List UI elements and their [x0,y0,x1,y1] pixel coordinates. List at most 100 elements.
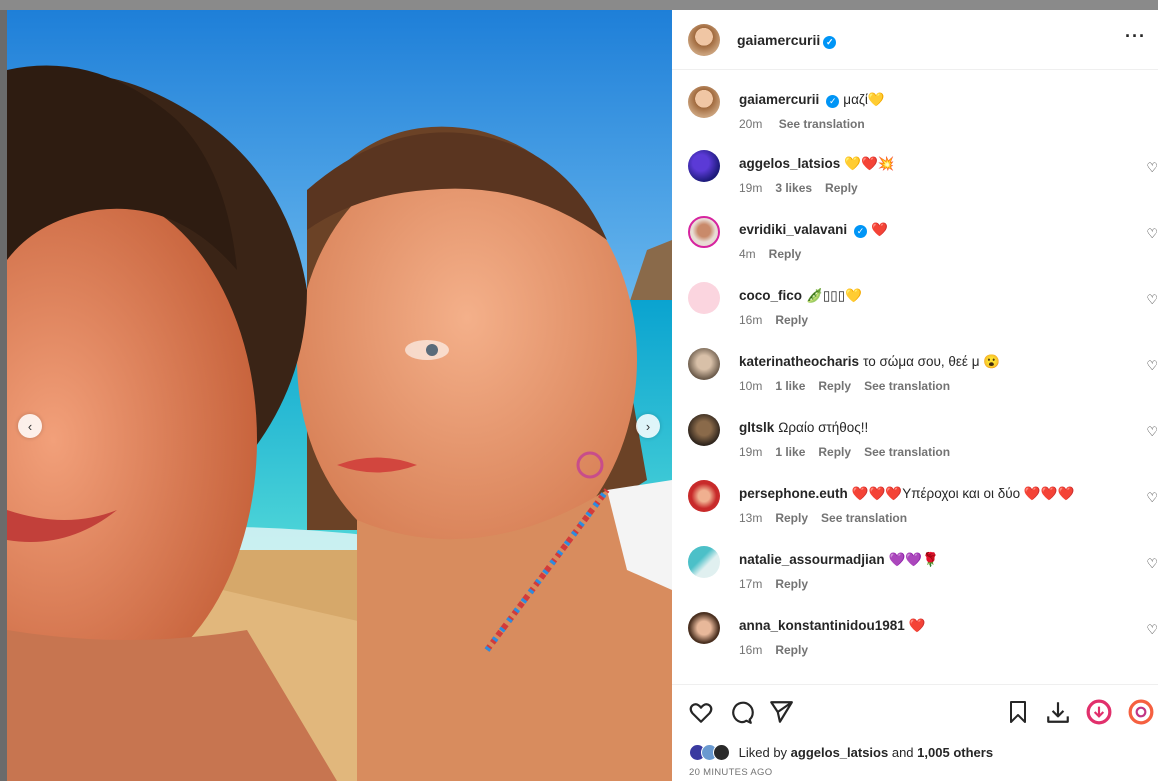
comment-item: katerinatheocharis το σώμα σου, θεέ μ 😮 1… [672,348,1158,408]
comment-like-heart-icon[interactable]: ♡ [1146,424,1158,440]
comment-like-heart-icon[interactable]: ♡ [1146,622,1158,638]
comment-likes[interactable]: 1 like [775,379,805,393]
send-icon[interactable] [768,699,794,731]
liked-by-username[interactable]: aggelos_latsios [791,745,889,760]
previous-photo-button[interactable]: ‹ [18,414,42,438]
post-timestamp: 20 MINUTES AGO [689,767,773,778]
comment-text: 💛❤️💥 [844,156,895,171]
comment-like-heart-icon[interactable]: ♡ [1146,292,1158,308]
post-photo[interactable]: ‹ › [7,10,672,781]
comment-item: evridiki_valavani ✓ ❤️ 4m Reply ♡ [672,216,1158,276]
bookmark-icon[interactable] [1006,699,1030,731]
comment-time: 13m [739,511,763,525]
comment-item: anna_konstantinidou1981 ❤️ 16m Reply ♡ [672,612,1158,672]
comment-meta: 10m 1 like Reply See translation [739,379,963,393]
comment-line: katerinatheocharis το σώμα σου, θεέ μ 😮 [739,354,1000,370]
comment-meta: 4m Reply [739,247,814,261]
see-translation-link[interactable]: See translation [821,511,907,525]
heart-icon[interactable] [688,699,714,731]
comment-time: 17m [739,577,763,591]
liker-avatar [713,744,730,761]
see-translation-link[interactable]: See translation [779,117,865,131]
caption-username[interactable]: gaiamercurii [739,92,819,107]
commenter-avatar[interactable] [688,480,720,512]
verified-badge-icon: ✓ [854,225,868,238]
liked-by-count[interactable]: 1,005 others [917,745,993,760]
more-options-icon[interactable]: ··· [1125,26,1146,47]
post-image [7,10,672,781]
comment-username[interactable]: katerinatheocharis [739,354,859,369]
author-username-text[interactable]: gaiamercurii [737,32,820,48]
reply-button[interactable]: Reply [818,379,851,393]
commenter-avatar[interactable] [688,546,720,578]
window-top-edge [0,0,1158,10]
comment-icon[interactable] [728,699,754,731]
reply-button[interactable]: Reply [818,445,851,459]
reply-button[interactable]: Reply [769,247,802,261]
comment-like-heart-icon[interactable]: ♡ [1146,160,1158,176]
comment-username[interactable]: persephone.euth [739,486,848,501]
comment-time: 16m [739,313,763,327]
liked-by-line[interactable]: Liked by aggelos_latsios and 1,005 other… [689,744,993,761]
verified-badge-icon: ✓ [826,95,840,108]
comment-line: aggelos_latsios 💛❤️💥 [739,156,895,172]
comment-item: natalie_assourmadjian 💜💜🌹 17m Reply ♡ [672,546,1158,606]
comment-item: gltslk Ωραίο στήθος!! 19m 1 like Reply See t… [672,414,1158,474]
caption-meta: 20m See translation [739,117,878,131]
comment-likes[interactable]: 1 like [775,445,805,459]
commenter-avatar[interactable] [688,414,720,446]
comment-likes[interactable]: 3 likes [775,181,812,195]
comment-like-heart-icon[interactable]: ♡ [1146,226,1158,242]
see-translation-link[interactable]: See translation [864,445,950,459]
post-actions-footer: Liked by aggelos_latsios and 1,005 other… [672,684,1158,781]
author-avatar[interactable] [688,86,720,118]
extension-download-icon[interactable] [1086,699,1112,731]
reply-button[interactable]: Reply [775,643,808,657]
comment-like-heart-icon[interactable]: ♡ [1146,556,1158,572]
liked-by-prefix: Liked by [738,745,788,760]
reply-button[interactable]: Reply [825,181,858,195]
caption: gaiamercurii ✓ μαζί💛 20m See translation [672,86,1158,146]
comment-text: ❤️ [871,222,888,237]
download-icon[interactable] [1045,699,1071,731]
post-side-panel: gaiamercurii ✓ ··· gaiamercurii ✓ μαζί💛 20m… [672,10,1158,781]
caption-time: 20m [739,117,763,131]
commenter-avatar[interactable] [688,348,720,380]
next-photo-button[interactable]: › [636,414,660,438]
reply-button[interactable]: Reply [775,577,808,591]
comment-time: 4m [739,247,756,261]
comment-username[interactable]: coco_fico [739,288,802,303]
caption-line: gaiamercurii ✓ μαζί💛 [739,92,885,108]
comment-username[interactable]: gltslk [739,420,774,435]
comment-line: coco_fico 🫛▯▯▯💛 [739,288,862,304]
see-translation-link[interactable]: See translation [864,379,950,393]
commenter-avatar[interactable] [688,216,720,248]
comment-username[interactable]: aggelos_latsios [739,156,840,171]
commenter-avatar[interactable] [688,612,720,644]
verified-badge-icon: ✓ [823,36,837,49]
chevron-left-icon: ‹ [27,418,33,434]
comment-item: aggelos_latsios 💛❤️💥 19m 3 likes Reply ♡ [672,150,1158,210]
caption-text: μαζί💛 [843,92,885,107]
post-header: gaiamercurii ✓ ··· [672,10,1158,70]
reply-button[interactable]: Reply [775,511,808,525]
author-username[interactable]: gaiamercurii ✓ [737,32,837,49]
author-avatar[interactable] [688,24,720,56]
chevron-right-icon: › [645,418,651,434]
comment-username[interactable]: evridiki_valavani [739,222,847,237]
reply-button[interactable]: Reply [775,313,808,327]
comment-text: 🫛▯▯▯💛 [806,288,862,303]
comment-line: evridiki_valavani ✓ ❤️ [739,222,888,238]
comment-line: gltslk Ωραίο στήθος!! [739,420,868,435]
comment-like-heart-icon[interactable]: ♡ [1146,358,1158,374]
comment-item: coco_fico 🫛▯▯▯💛 16m Reply ♡ [672,282,1158,342]
comment-text: το σώμα σου, θεέ μ 😮 [863,354,1001,369]
comment-like-heart-icon[interactable]: ♡ [1146,490,1158,506]
commenter-avatar[interactable] [688,282,720,314]
comment-username[interactable]: natalie_assourmadjian [739,552,885,567]
commenter-avatar[interactable] [688,150,720,182]
comment-item: persephone.euth ❤️❤️❤️Υπέροχοι και οι δύο… [672,480,1158,540]
extension-camera-icon[interactable] [1128,699,1154,731]
comment-line: natalie_assourmadjian 💜💜🌹 [739,552,939,568]
comment-username[interactable]: anna_konstantinidou1981 [739,618,905,633]
